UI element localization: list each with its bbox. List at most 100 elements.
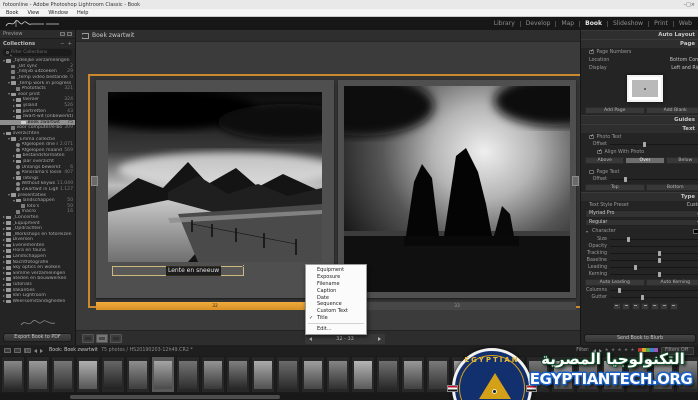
gutter-slider[interactable] <box>610 297 698 299</box>
filmstrip-thumbnail[interactable] <box>176 356 200 393</box>
filmstrip-thumbnail[interactable] <box>526 356 550 393</box>
display-value[interactable]: Left and Right <box>671 66 698 71</box>
filmstrip-thumbnail[interactable] <box>226 356 250 393</box>
filmstrip-thumbnail[interactable] <box>1 356 25 393</box>
photo-left[interactable] <box>108 92 322 262</box>
book-page-left[interactable]: Lente en sneeuw <box>96 80 334 298</box>
columns-slider[interactable] <box>610 290 698 292</box>
context-menu-item-custom-text[interactable]: Custom Text <box>306 308 366 315</box>
filmstrip-thumbnail[interactable] <box>651 356 675 393</box>
page-numbers-checkbox[interactable] <box>589 50 594 55</box>
module-library[interactable]: Library <box>493 20 516 27</box>
context-menu-item-exposure[interactable]: Exposure <box>306 274 366 281</box>
preview-panel-header[interactable]: Preview <box>0 30 75 39</box>
filmstrip-thumbnail[interactable] <box>401 356 425 393</box>
photo-text-checkbox[interactable] <box>589 135 594 140</box>
filmstrip-thumbnail[interactable] <box>301 356 325 393</box>
context-menu-item-edit[interactable]: Edit... <box>306 325 366 332</box>
filmstrip-thumbnail[interactable] <box>601 356 625 393</box>
filmstrip-thumbnail[interactable] <box>76 356 100 393</box>
align-left-icon[interactable] <box>613 303 621 310</box>
font-dropdown[interactable]: Myriad Pro <box>585 210 698 218</box>
align-right-icon[interactable] <box>632 303 640 310</box>
spread-view-button[interactable] <box>96 334 108 343</box>
filmstrip-thumbnail[interactable] <box>376 356 400 393</box>
filmstrip-thumbnail[interactable] <box>451 356 475 393</box>
page-cell-left-selected[interactable]: 32 <box>96 302 334 310</box>
filmstrip-thumbnail[interactable] <box>326 356 350 393</box>
module-book[interactable]: Book <box>584 20 603 27</box>
tracking-slider[interactable] <box>610 253 698 255</box>
filmstrip-scrollbar[interactable] <box>0 393 698 400</box>
add-collection-button[interactable]: + <box>68 41 72 47</box>
collection-item-weersomstandigheden[interactable]: Weersomstandigheden <box>0 299 75 305</box>
kerning-slider[interactable] <box>610 274 698 276</box>
filters-off-dropdown[interactable]: Filters Off <box>661 347 694 355</box>
valign-middle-icon[interactable] <box>660 303 668 310</box>
filmstrip-thumbnail[interactable] <box>126 356 150 393</box>
module-map[interactable]: Map <box>560 20 575 27</box>
align-with-photo-checkbox[interactable] <box>597 150 602 155</box>
character-color-swatch[interactable] <box>693 229 698 234</box>
star-rating-filter[interactable]: ★ ★ ★ ★ ★ <box>605 348 635 353</box>
photo-text-over-button[interactable]: Over <box>625 157 664 164</box>
module-develop[interactable]: Develop <box>525 20 552 27</box>
go-back-icon[interactable] <box>34 349 37 353</box>
font-style-dropdown[interactable]: Regular <box>585 219 698 227</box>
guides-panel-header[interactable]: Guides <box>581 115 698 124</box>
filmstrip-thumbnail[interactable] <box>426 356 450 393</box>
scrollbar-thumb[interactable] <box>70 395 280 399</box>
page-add-blank-button[interactable]: Add Blank <box>646 107 698 114</box>
collections-panel-header[interactable]: Collections − + <box>0 39 75 48</box>
align-justify-icon[interactable] <box>641 303 649 310</box>
filmstrip-thumbnail[interactable] <box>676 356 698 393</box>
photo-text-below-button[interactable]: Below <box>666 157 698 164</box>
left-page-text-marker[interactable] <box>91 176 98 186</box>
context-menu-item-date[interactable]: Date <box>306 294 366 301</box>
page-panel-header[interactable]: Page <box>581 39 698 48</box>
next-spread-button[interactable] <box>378 337 381 341</box>
baseline-slider[interactable] <box>610 260 698 262</box>
location-value[interactable]: Bottom Corner <box>670 58 698 63</box>
filmstrip-thumbnail[interactable] <box>26 356 50 393</box>
filmstrip-thumbnail[interactable] <box>501 356 525 393</box>
context-menu-item-sequence[interactable]: Sequence <box>306 301 366 308</box>
grid-view-icon[interactable] <box>24 348 31 353</box>
window-button[interactable]: × <box>691 2 695 8</box>
filmstrip-thumbnail[interactable] <box>351 356 375 393</box>
previous-spread-button[interactable] <box>309 337 312 341</box>
filmstrip-thumbnail[interactable] <box>51 356 75 393</box>
filmstrip-source-label[interactable]: Book: Boek zwartwit <box>49 348 98 353</box>
photo-offset-slider[interactable] <box>610 144 698 146</box>
module-web[interactable]: Web <box>678 20 693 27</box>
multi-page-grid-icon[interactable] <box>82 33 89 39</box>
page-layout-preview[interactable] <box>627 75 663 102</box>
caption-anchor-handle[interactable] <box>242 264 245 267</box>
filter-collections-input[interactable]: Filter Collections <box>3 49 72 56</box>
context-menu-item-caption[interactable]: Caption <box>306 287 366 294</box>
context-menu-item-title[interactable]: Title <box>306 315 366 322</box>
collapse-collections-button[interactable]: − <box>60 41 64 47</box>
single-page-view-button[interactable] <box>110 334 122 343</box>
type-auto-kerning-button[interactable]: Auto Kerning <box>646 279 698 286</box>
export-book-pdf-button[interactable]: Export Book to PDF <box>3 333 72 342</box>
page-offset-slider[interactable] <box>610 179 698 181</box>
panel-view-icon[interactable] <box>60 32 65 36</box>
page-add-page-button[interactable]: Add Page <box>585 107 645 114</box>
align-center-icon[interactable] <box>622 303 630 310</box>
filmstrip-thumbnail[interactable] <box>551 356 575 393</box>
type-panel-header[interactable]: Type <box>581 192 698 201</box>
right-page-text-marker[interactable] <box>572 176 579 186</box>
auto-layout-panel-header[interactable]: Auto Layout <box>581 30 698 39</box>
filmstrip-thumbnail[interactable] <box>201 356 225 393</box>
go-forward-icon[interactable] <box>40 349 43 353</box>
module-print[interactable]: Print <box>653 20 669 27</box>
flag-reject-icon[interactable] <box>599 349 602 353</box>
send-book-to-blurb-button[interactable]: Send Book to Blurb <box>584 334 696 343</box>
photo-text-above-button[interactable]: Above <box>585 157 624 164</box>
filmstrip-thumbnail[interactable] <box>151 356 175 393</box>
context-menu-item-filename[interactable]: Filename <box>306 281 366 288</box>
page-cell-right[interactable]: 33 <box>338 302 576 310</box>
text-panel-header[interactable]: Text <box>581 124 698 133</box>
photo-right[interactable] <box>344 86 570 292</box>
